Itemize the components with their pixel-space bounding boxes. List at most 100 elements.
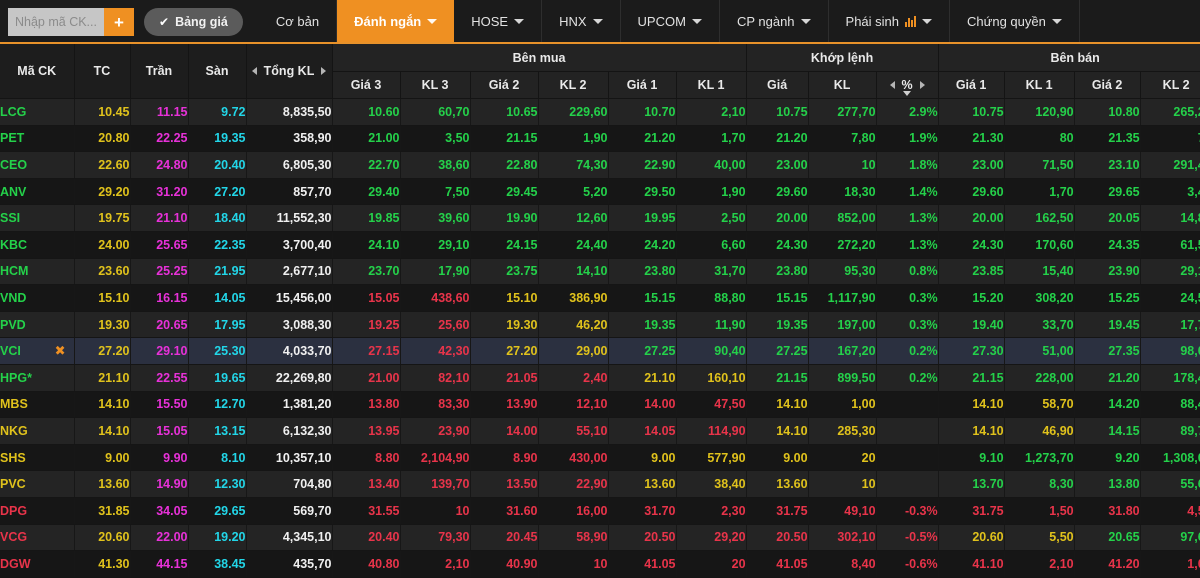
cell-khop-gia: 27.25 — [746, 337, 809, 365]
table-row[interactable]: KBC 24.00 25.65 22.35 3,700,40 24.10 29,10 24.1… — [0, 231, 1200, 259]
tab-hose[interactable]: HOSE — [454, 0, 543, 42]
sort-descending-icon[interactable] — [903, 91, 912, 96]
col-san[interactable]: Sàn — [188, 44, 247, 99]
cell-ban-gia2: 13.80 — [1074, 470, 1141, 498]
cell-ma-ck[interactable]: HPG* — [0, 364, 75, 392]
col-khop-gia[interactable]: Giá — [746, 71, 809, 99]
cell-ma-ck[interactable]: MBS — [0, 391, 75, 419]
cell-tran: 20.65 — [130, 311, 189, 339]
sort-right-arrow-icon[interactable] — [321, 67, 327, 75]
add-symbol-button[interactable]: + — [104, 8, 134, 36]
tab-danh-ngan[interactable]: Đánh ngắn — [337, 0, 455, 42]
table-row[interactable]: PVD 19.30 20.65 17.95 3,088,30 19.25 25,60 19.3… — [0, 311, 1200, 339]
cell-ban-gia1: 19.40 — [938, 311, 1005, 339]
col-ban-kl2[interactable]: KL 2 — [1140, 71, 1200, 99]
col-tc[interactable]: TC — [74, 44, 131, 99]
table-row[interactable]: DGW 41.30 44.15 38.45 435,70 40.80 2,10 40.90 10… — [0, 550, 1200, 578]
cell-ban-gia1: 13.70 — [938, 470, 1005, 498]
cell-mua-kl3: 2,10 — [400, 550, 471, 578]
cell-ma-ck[interactable]: PVD — [0, 311, 75, 339]
sort-left-arrow-icon[interactable] — [889, 81, 895, 89]
col-mua-gia1[interactable]: Giá 1 — [608, 71, 677, 99]
cell-ma-ck[interactable]: VCG — [0, 524, 75, 552]
col-ban-kl1[interactable]: KL 1 — [1004, 71, 1075, 99]
cell-ma-ck[interactable]: LCG — [0, 98, 75, 126]
table-row[interactable]: LCG 10.45 11.15 9.72 8,835,50 10.60 60,70 10.65… — [0, 98, 1200, 126]
col-ban-gia1[interactable]: Giá 1 — [938, 71, 1005, 99]
table-header: Mã CK TC Trần Sàn Tổng KL Bên mua Khớp l… — [0, 44, 1200, 99]
cell-khop-kl: 167,20 — [808, 337, 877, 365]
cell-mua-gia3: 13.40 — [332, 470, 401, 498]
col-ban-gia2[interactable]: Giá 2 — [1074, 71, 1141, 99]
table-row[interactable]: DPG 31.85 34.05 29.65 569,70 31.55 10 31.60 16,0… — [0, 497, 1200, 525]
col-tong-kl[interactable]: Tổng KL — [246, 44, 333, 99]
ticker-symbol: VCG — [0, 530, 28, 545]
tab-chung-quyen[interactable]: Chứng quyền — [950, 0, 1080, 42]
table-row[interactable]: NKG 14.10 15.05 13.15 6,132,30 13.95 23,90 14.0… — [0, 417, 1200, 445]
cell-tong-kl: 4,345,10 — [246, 524, 333, 552]
table-row[interactable]: VCG 20.60 22.00 19.20 4,345,10 20.40 79,30 20.4… — [0, 524, 1200, 552]
table-row[interactable]: SSI 19.75 21.10 18.40 11,552,30 19.85 39,60 19.… — [0, 204, 1200, 232]
cell-mua-kl2: 386,90 — [538, 284, 609, 312]
col-tran[interactable]: Trần — [130, 44, 189, 99]
cell-ma-ck[interactable]: ANV — [0, 178, 75, 206]
table-row[interactable]: PVC 13.60 14.90 12.30 704,80 13.40 139,70 13.50… — [0, 470, 1200, 498]
cell-ma-ck[interactable]: SHS — [0, 444, 75, 472]
cell-tong-kl: 1,381,20 — [246, 391, 333, 419]
table-row[interactable]: PET 20.80 22.25 19.35 358,90 21.00 3,50 21.15 1,… — [0, 125, 1200, 153]
tab-co-ban-label: Cơ bản — [275, 13, 320, 29]
ticker-symbol: DGW — [0, 556, 31, 571]
cell-ban-kl2: 4,50 — [1140, 497, 1200, 525]
table-row[interactable]: VND 15.10 16.15 14.05 15,456,00 15.05 438,60 15… — [0, 284, 1200, 312]
col-mua-gia3[interactable]: Giá 3 — [332, 71, 401, 99]
ticker-symbol: KBC — [0, 237, 28, 252]
cell-ban-kl1: 46,90 — [1004, 417, 1075, 445]
cell-ma-ck[interactable]: HCM — [0, 258, 75, 286]
tab-hnx[interactable]: HNX — [542, 0, 621, 42]
cell-tran: 11.15 — [130, 98, 189, 126]
cell-ma-ck[interactable]: KBC — [0, 231, 75, 259]
table-row[interactable]: HPG* 21.10 22.55 19.65 22,269,80 21.00 82,10 21… — [0, 364, 1200, 392]
cell-ma-ck[interactable]: VND — [0, 284, 75, 312]
cell-ma-ck[interactable]: PVC — [0, 470, 75, 498]
tab-cp-nganh[interactable]: CP ngành — [720, 0, 829, 42]
search-input[interactable] — [8, 8, 104, 36]
col-ma-ck[interactable]: Mã CK — [0, 44, 75, 99]
cell-tong-kl: 569,70 — [246, 497, 333, 525]
cell-ban-kl1: 71,50 — [1004, 151, 1075, 179]
table-row[interactable]: SHS 9.00 9.90 8.10 10,357,10 8.80 2,104,90 8.90… — [0, 444, 1200, 472]
cell-tc: 9.00 — [74, 444, 131, 472]
cell-tc: 19.30 — [74, 311, 131, 339]
cell-ma-ck[interactable]: VCI ✖ — [0, 337, 75, 365]
cell-ma-ck[interactable]: PET — [0, 125, 75, 153]
cell-ban-gia2: 15.25 — [1074, 284, 1141, 312]
table-row[interactable]: MBS 14.10 15.50 12.70 1,381,20 13.80 83,30 13.9… — [0, 391, 1200, 419]
price-board-pill[interactable]: ✔ Bảng giá — [144, 8, 243, 36]
cell-mua-gia1: 19.95 — [608, 204, 677, 232]
cell-mua-kl1: 114,90 — [676, 417, 747, 445]
table-row[interactable]: VCI ✖ 27.20 29.10 25.30 4,033,70 27.15 42,30 27.… — [0, 337, 1200, 365]
col-mua-kl2[interactable]: KL 2 — [538, 71, 609, 99]
tab-phai-sinh[interactable]: Phái sinh — [829, 0, 951, 42]
table-row[interactable]: ANV 29.20 31.20 27.20 857,70 29.40 7,50 29.45 5,… — [0, 178, 1200, 206]
sort-left-arrow-icon[interactable] — [251, 67, 257, 75]
tab-upcom[interactable]: UPCOM — [621, 0, 720, 42]
cell-ban-kl2: 1,00 — [1140, 550, 1200, 578]
cell-ma-ck[interactable]: DGW — [0, 550, 75, 578]
cell-ban-gia1: 29.60 — [938, 178, 1005, 206]
remove-symbol-icon[interactable]: ✖ — [55, 343, 66, 359]
col-khop-kl[interactable]: KL — [808, 71, 877, 99]
cell-ma-ck[interactable]: DPG — [0, 497, 75, 525]
cell-ma-ck[interactable]: NKG — [0, 417, 75, 445]
cell-ma-ck[interactable]: SSI — [0, 204, 75, 232]
cell-mua-gia3: 22.70 — [332, 151, 401, 179]
cell-ma-ck[interactable]: CEO — [0, 151, 75, 179]
col-mua-kl3[interactable]: KL 3 — [400, 71, 471, 99]
col-mua-gia2[interactable]: Giá 2 — [470, 71, 539, 99]
col-khop-pct[interactable]: % — [876, 71, 939, 99]
table-row[interactable]: CEO 22.60 24.80 20.40 6,805,30 22.70 38,60 22.8… — [0, 151, 1200, 179]
sort-right-arrow-icon[interactable] — [919, 81, 925, 89]
col-mua-kl1[interactable]: KL 1 — [676, 71, 747, 99]
tab-co-ban[interactable]: Cơ bản — [259, 0, 338, 42]
table-row[interactable]: HCM 23.60 25.25 21.95 2,677,10 23.70 17,90 23.7… — [0, 258, 1200, 286]
